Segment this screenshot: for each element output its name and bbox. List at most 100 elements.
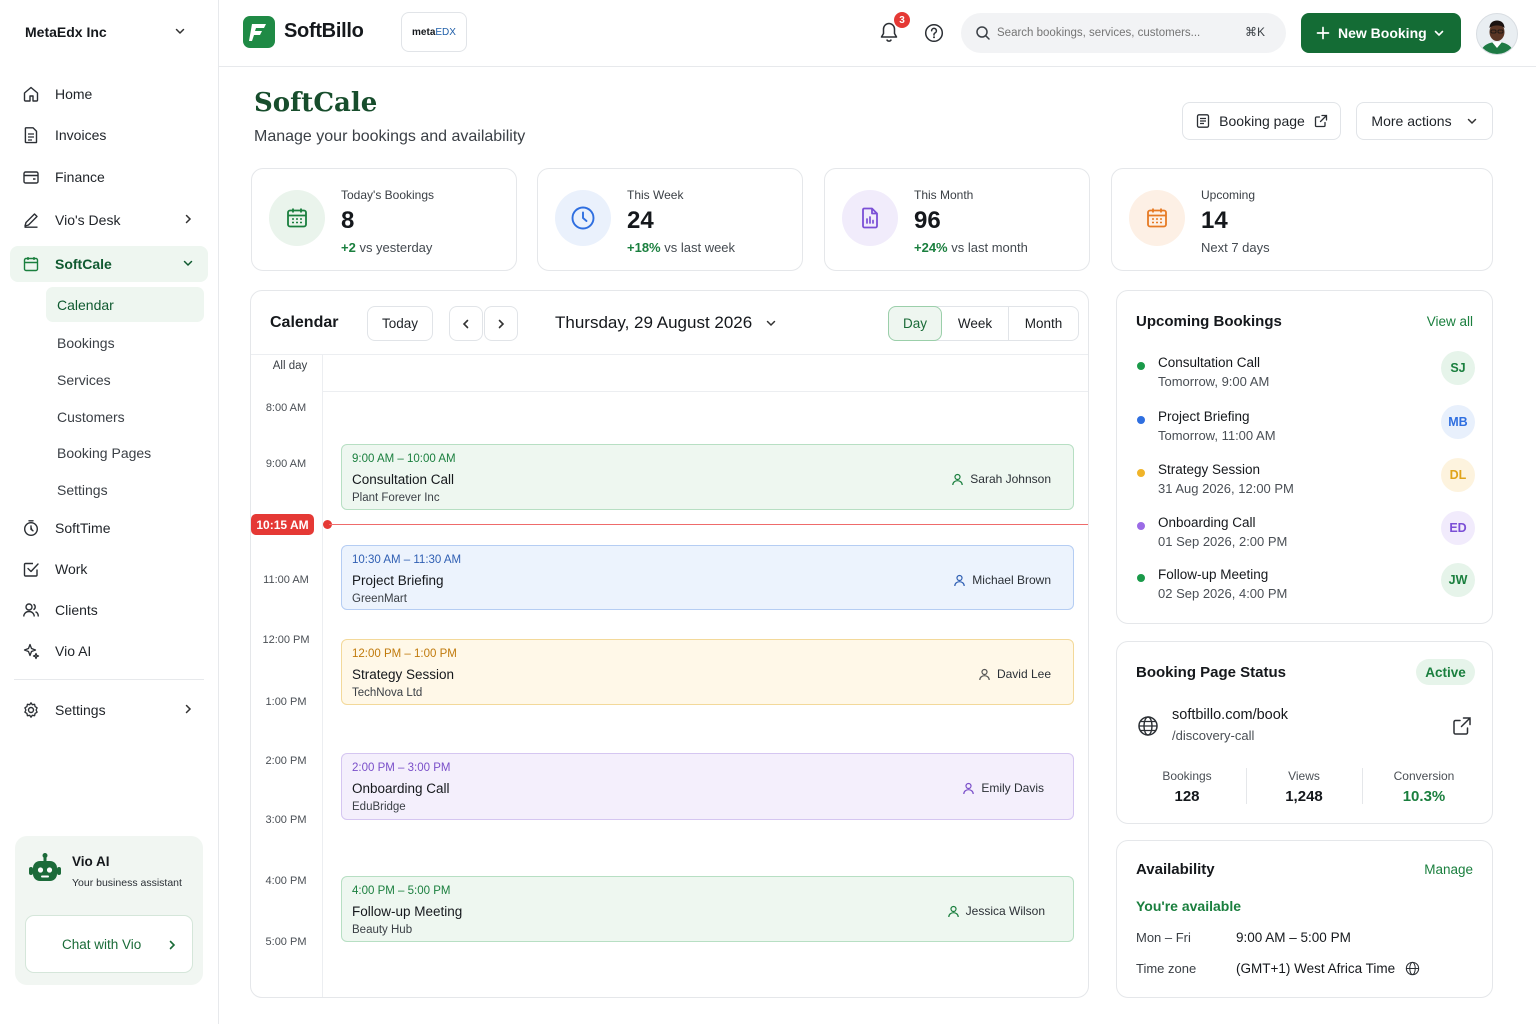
calendar-panel: Calendar Today Thursday, 29 August 2026 … <box>250 290 1089 998</box>
next-day-button[interactable] <box>484 306 518 341</box>
chevron-down-icon[interactable] <box>174 25 186 37</box>
sidebar-item-softtime[interactable]: SoftTime <box>10 510 208 546</box>
stat-delta: +18% <box>627 240 661 255</box>
upcoming-booking-item[interactable]: Onboarding Call 01 Sep 2026, 2:00 PM ED <box>1117 511 1492 565</box>
upcoming-booking-item[interactable]: Follow-up Meeting 02 Sep 2026, 4:00 PM J… <box>1117 563 1492 617</box>
status-badge: Active <box>1416 659 1475 685</box>
sidebar-item-softcale[interactable]: SoftCale <box>10 246 208 282</box>
chevron-left-icon <box>462 319 469 328</box>
page-icon <box>1197 114 1210 128</box>
checkbox-icon <box>23 562 39 577</box>
event-time: 10:30 AM – 11:30 AM <box>352 554 462 566</box>
hour-label: 12:00 PM <box>262 634 310 646</box>
upcoming-booking-item[interactable]: Project Briefing Tomorrow, 11:00 AM MB <box>1117 405 1492 459</box>
globe-icon[interactable] <box>1405 961 1420 976</box>
view-week-tab[interactable]: Week <box>942 307 1009 340</box>
stat-delta-line: +2 vs yesterday <box>341 240 432 255</box>
booking-status-title: Booking Page Status <box>1136 664 1287 681</box>
avatar: SJ <box>1441 351 1475 385</box>
sidebar-item-vios-desk[interactable]: Vio's Desk <box>10 202 208 238</box>
view-switcher: Day Week Month <box>888 306 1079 341</box>
sidebar-subitem-services[interactable]: Services <box>46 362 204 397</box>
org-name[interactable]: MetaEdx Inc <box>25 24 107 40</box>
brand-name[interactable]: SoftBillo <box>284 20 364 43</box>
user-icon <box>979 668 990 680</box>
search-input[interactable] <box>997 23 1217 43</box>
event-person-name: Emily Davis <box>981 781 1044 795</box>
booking-page-status-panel: Booking Page Status Active softbillo.com… <box>1116 641 1493 824</box>
stat-label: This Week <box>627 188 684 202</box>
status-dot <box>1137 574 1145 582</box>
sidebar-item-invoices[interactable]: Invoices <box>10 117 208 153</box>
sidebar-item-work[interactable]: Work <box>10 551 208 587</box>
prev-day-button[interactable] <box>449 306 483 341</box>
chevron-down-icon <box>766 320 776 327</box>
sidebar-subitem-calendar[interactable]: Calendar <box>46 287 204 322</box>
calendar-event[interactable]: 9:00 AM – 10:00 AM Consultation Call Pla… <box>341 444 1074 510</box>
view-day-tab[interactable]: Day <box>888 306 942 341</box>
sidebar-item-label: Settings <box>55 702 106 718</box>
calendar-event[interactable]: 12:00 PM – 1:00 PM Strategy Session Tech… <box>341 639 1074 705</box>
hour-label: 2:00 PM <box>265 755 307 767</box>
calendar-event[interactable]: 4:00 PM – 5:00 PM Follow-up Meeting Beau… <box>341 876 1074 942</box>
manage-link[interactable]: Manage <box>1424 862 1473 877</box>
current-time-badge: 10:15 AM <box>251 514 314 535</box>
stat-icon-wrap <box>269 190 325 246</box>
sidebar-item-label: Finance <box>55 169 105 185</box>
chevron-down-icon <box>183 260 193 267</box>
vio-ai-card: Vio AI Your business assistant Chat with… <box>15 836 203 985</box>
view-month-tab[interactable]: Month <box>1009 307 1078 340</box>
user-icon <box>947 905 959 917</box>
home-icon <box>23 86 39 102</box>
stat-card-today: Today's Bookings 8 +2 vs yesterday <box>251 168 517 271</box>
date-picker[interactable]: Thursday, 29 August 2026 <box>555 313 777 333</box>
chat-with-vio-button[interactable]: Chat with Vio <box>25 915 193 973</box>
sidebar-item-vio-ai[interactable]: Vio AI <box>10 633 208 669</box>
user-icon <box>952 473 964 485</box>
page-subtitle: Manage your bookings and availability <box>254 128 526 145</box>
stat-label: Upcoming <box>1201 188 1256 202</box>
sidebar-item-clients[interactable]: Clients <box>10 592 208 628</box>
sidebar-item-finance[interactable]: Finance <box>10 159 208 195</box>
view-all-link[interactable]: View all <box>1427 314 1473 329</box>
event-name: Follow-up Meeting <box>352 904 463 919</box>
event-time: 2:00 PM – 3:00 PM <box>352 762 451 774</box>
sidebar-item-home[interactable]: Home <box>10 76 208 112</box>
sidebar-subitem-customers[interactable]: Customers <box>46 399 204 434</box>
upcoming-booking-item[interactable]: Strategy Session 31 Aug 2026, 12:00 PM D… <box>1117 458 1492 512</box>
today-button[interactable]: Today <box>367 306 433 341</box>
avatar: DL <box>1441 458 1475 492</box>
softbillo-logo-icon[interactable] <box>243 16 275 48</box>
new-booking-button[interactable]: New Booking <box>1301 13 1461 53</box>
upcoming-booking-item[interactable]: Consultation Call Tomorrow, 9:00 AM SJ <box>1117 351 1492 405</box>
sidebar-subitem-booking-pages[interactable]: Booking Pages <box>46 435 204 470</box>
metric-value: 10.3% <box>1402 788 1446 805</box>
metric-value: 1,248 <box>1285 788 1323 805</box>
calendar-event[interactable]: 10:30 AM – 11:30 AM Project Briefing Gre… <box>341 545 1074 610</box>
calendar-event[interactable]: 2:00 PM – 3:00 PM Onboarding Call EduBri… <box>341 753 1074 820</box>
pen-icon <box>24 213 38 228</box>
external-link-icon[interactable] <box>1452 716 1472 736</box>
sidebar-item-settings[interactable]: Settings <box>10 692 208 728</box>
workspace-badge-rest: EDX <box>435 26 456 38</box>
sidebar-item-label: Vio AI <box>55 643 92 659</box>
search-bar[interactable]: ⌘K <box>961 13 1286 53</box>
hour-label: 9:00 AM <box>265 458 307 470</box>
calendar-icon <box>23 257 39 272</box>
notifications-button[interactable]: 3 <box>878 12 910 44</box>
workspace-badge[interactable]: meta EDX <box>401 12 467 52</box>
chevron-down-icon <box>1434 30 1444 37</box>
help-icon[interactable] <box>924 23 944 43</box>
sidebar-subitem-bookings[interactable]: Bookings <box>46 325 204 360</box>
booking-url-main[interactable]: softbillo.com/book <box>1172 707 1288 723</box>
status-dot <box>1137 416 1145 424</box>
upcoming-title: Upcoming Bookings <box>1136 313 1282 330</box>
user-avatar[interactable] <box>1476 13 1518 55</box>
sidebar-subitem-settings[interactable]: Settings <box>46 472 204 507</box>
calendar-icon <box>287 208 307 228</box>
booking-when: 31 Aug 2026, 12:00 PM <box>1158 481 1294 496</box>
more-actions-button[interactable]: More actions <box>1356 102 1493 140</box>
sidebar-item-label: Home <box>55 86 93 102</box>
booking-page-button[interactable]: Booking page <box>1182 102 1341 140</box>
sidebar: MetaEdx Inc Home Invoices Finance Vio's … <box>0 0 219 1024</box>
